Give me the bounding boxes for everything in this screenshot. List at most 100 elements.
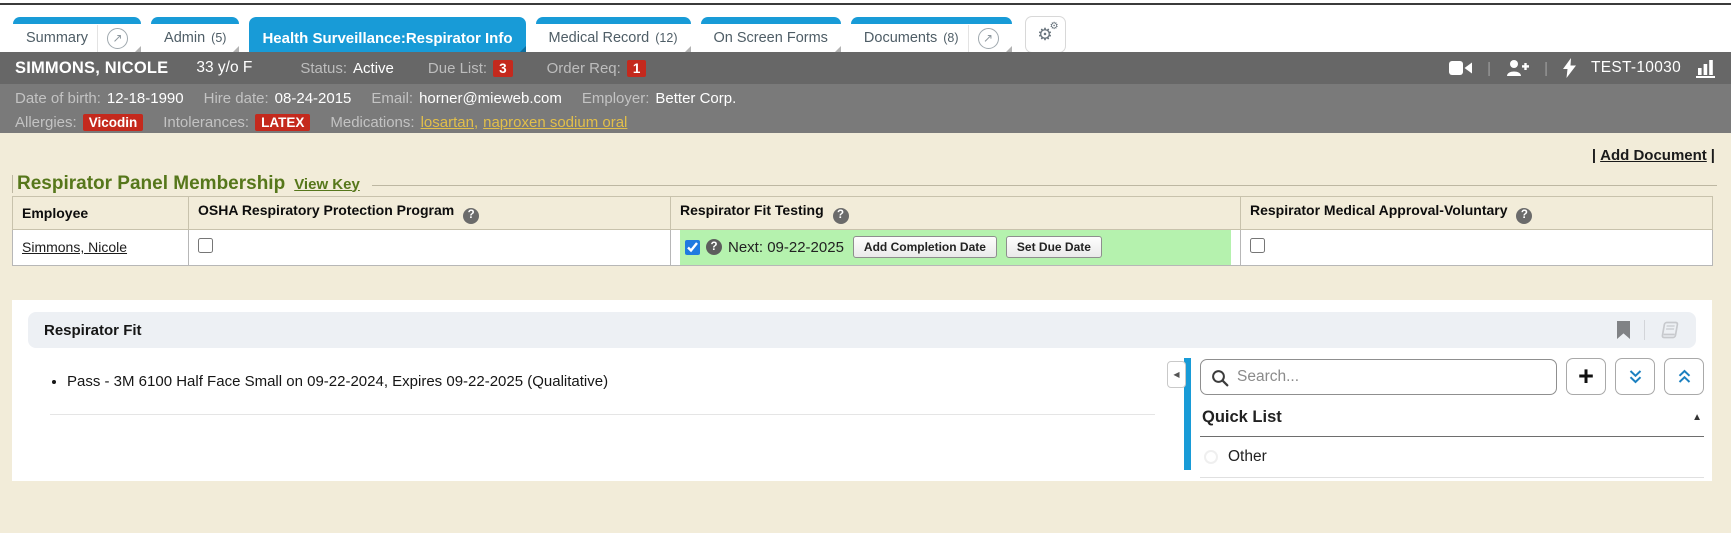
status-label: Status: <box>300 60 347 77</box>
tab-divider <box>968 25 969 52</box>
tab-admin[interactable]: Admin (5) <box>151 17 239 52</box>
help-icon[interactable]: ? <box>1516 208 1532 224</box>
popout-icon[interactable]: ↗ <box>978 28 999 49</box>
tab-count: (8) <box>943 31 958 45</box>
expand-all-button[interactable] <box>1615 358 1655 395</box>
tab-count: (12) <box>655 31 677 45</box>
tab-label: Health Surveillance:Respirator Info <box>262 30 512 47</box>
allergy-badge[interactable]: Vicodin <box>83 114 144 131</box>
intolerances-label: Intolerances: <box>163 114 249 131</box>
osha-program-checkbox[interactable] <box>198 238 213 253</box>
set-due-date-button[interactable]: Set Due Date <box>1006 236 1102 258</box>
hire-date-value: 08-24-2015 <box>275 90 352 107</box>
intolerance-badge[interactable]: LATEX <box>255 114 310 131</box>
fit-testing-checkbox[interactable] <box>685 240 700 255</box>
dob-label: Date of birth: <box>15 90 101 107</box>
search-row: + <box>1200 358 1704 395</box>
add-completion-date-button[interactable]: Add Completion Date <box>853 236 997 258</box>
email-value: horner@mieweb.com <box>419 90 562 107</box>
divider <box>1644 320 1645 340</box>
add-button[interactable]: + <box>1566 358 1606 395</box>
col-employee: Employee <box>13 197 189 230</box>
patient-details: Date of birth: 12-18-1990 Hire date: 08-… <box>0 84 1731 133</box>
tab-documents[interactable]: Documents (8) ↗ <box>851 17 1012 52</box>
status-value: Active <box>353 60 394 77</box>
card-title: Respirator Fit <box>44 322 142 339</box>
view-key-link[interactable]: View Key <box>294 176 360 193</box>
membership-table: Employee OSHA Respiratory Protection Pro… <box>12 196 1713 266</box>
col-fit-testing: Respirator Fit Testing ? <box>671 197 1241 230</box>
tab-label: Admin <box>164 30 205 46</box>
help-icon[interactable]: ? <box>833 208 849 224</box>
tab-cap <box>249 17 525 24</box>
card-header: Respirator Fit <box>28 312 1696 348</box>
double-chevron-down-icon <box>1627 369 1644 385</box>
tab-health-surveillance[interactable]: Health Surveillance:Respirator Info <box>249 17 525 52</box>
quick-list-sidebar: ◀ + <box>1184 358 1704 470</box>
medications-label: Medications: <box>330 114 414 131</box>
tab-divider <box>97 25 98 52</box>
next-due-text: Next: 09-22-2025 <box>728 239 844 256</box>
tab-on-screen-forms[interactable]: On Screen Forms <box>701 17 841 52</box>
respirator-fit-card: Respirator Fit Pass - 3M 6100 Half Face … <box>12 300 1712 481</box>
panel-collapse-handle[interactable]: ◀ <box>1167 361 1186 388</box>
help-icon[interactable]: ? <box>706 239 722 255</box>
search-input[interactable] <box>1201 367 1556 387</box>
double-chevron-up-icon <box>1676 369 1693 385</box>
tab-summary[interactable]: Summary ↗ <box>13 17 141 52</box>
gear-icon: ⚙ <box>1050 22 1059 32</box>
patient-age-sex: 33 y/o F <box>196 59 252 77</box>
employer-value: Better Corp. <box>655 90 736 107</box>
table-row: Simmons, Nicole ? Next: 09-22-2025 Add C… <box>13 229 1713 265</box>
add-document-link[interactable]: Add Document <box>1600 147 1707 164</box>
fit-result-item: Pass - 3M 6100 Half Face Small on 09-22-… <box>67 372 1184 392</box>
lightning-bolt-icon[interactable] <box>1563 58 1576 78</box>
allergies-label: Allergies: <box>15 114 77 131</box>
employee-link[interactable]: Simmons, Nicole <box>22 239 127 255</box>
search-icon <box>1211 369 1229 387</box>
collapse-up-icon[interactable]: ▲ <box>1692 412 1702 423</box>
quick-list-item-other[interactable]: Other <box>1200 437 1704 478</box>
fit-testing-cell: ? Next: 09-22-2025 Add Completion Date S… <box>680 230 1231 265</box>
dob-value: 12-18-1990 <box>107 90 184 107</box>
radio-icon <box>1204 450 1218 464</box>
due-list-label: Due List: <box>428 60 487 77</box>
add-document-row: |Add Document| <box>1592 147 1715 164</box>
due-list-badge[interactable]: 3 <box>493 60 513 77</box>
quick-item-label: Other <box>1228 448 1267 466</box>
bookmark-icon[interactable] <box>1616 321 1631 340</box>
tab-cap <box>851 17 1012 24</box>
medication-link[interactable]: losartan <box>421 114 474 131</box>
book-icon[interactable] <box>1658 321 1680 340</box>
video-camera-icon[interactable] <box>1449 60 1472 76</box>
tab-medical-record[interactable]: Medical Record (12) <box>536 17 691 52</box>
bar-chart-icon[interactable] <box>1696 59 1716 78</box>
order-req-label: Order Req: <box>547 60 621 77</box>
station-id: TEST-10030 <box>1591 59 1681 77</box>
collapse-all-button[interactable] <box>1664 358 1704 395</box>
search-box <box>1200 359 1557 395</box>
medication-link[interactable]: naproxen sodium oral <box>483 114 627 131</box>
tab-cap <box>701 17 841 24</box>
employer-label: Employer: <box>582 90 650 107</box>
settings-button[interactable]: ⚙ ⚙ <box>1026 17 1065 52</box>
help-icon[interactable]: ? <box>463 208 479 224</box>
medical-approval-checkbox[interactable] <box>1250 238 1265 253</box>
add-person-icon[interactable] <box>1506 59 1529 77</box>
main-content: |Add Document| Respirator Panel Membersh… <box>0 133 1731 533</box>
quick-list-header: Quick List ▲ <box>1200 408 1704 437</box>
tab-cap <box>151 17 239 24</box>
legend-line <box>372 185 1717 186</box>
hire-date-label: Hire date: <box>204 90 269 107</box>
tab-bar: Summary ↗ Admin (5) Health Surveillance:… <box>0 13 1731 52</box>
order-req-badge[interactable]: 1 <box>627 60 647 77</box>
tab-label: Documents <box>864 30 937 46</box>
tab-cap <box>13 17 141 24</box>
col-medical-approval: Respirator Medical Approval-Voluntary ? <box>1241 197 1713 230</box>
section-legend: Respirator Panel Membership View Key <box>12 173 1717 195</box>
card-body: Pass - 3M 6100 Half Face Small on 09-22-… <box>12 358 1712 470</box>
popout-icon[interactable]: ↗ <box>107 28 128 49</box>
fit-results-list: Pass - 3M 6100 Half Face Small on 09-22-… <box>12 358 1184 470</box>
tab-label: Summary <box>26 30 88 46</box>
col-osha: OSHA Respiratory Protection Program ? <box>189 197 671 230</box>
